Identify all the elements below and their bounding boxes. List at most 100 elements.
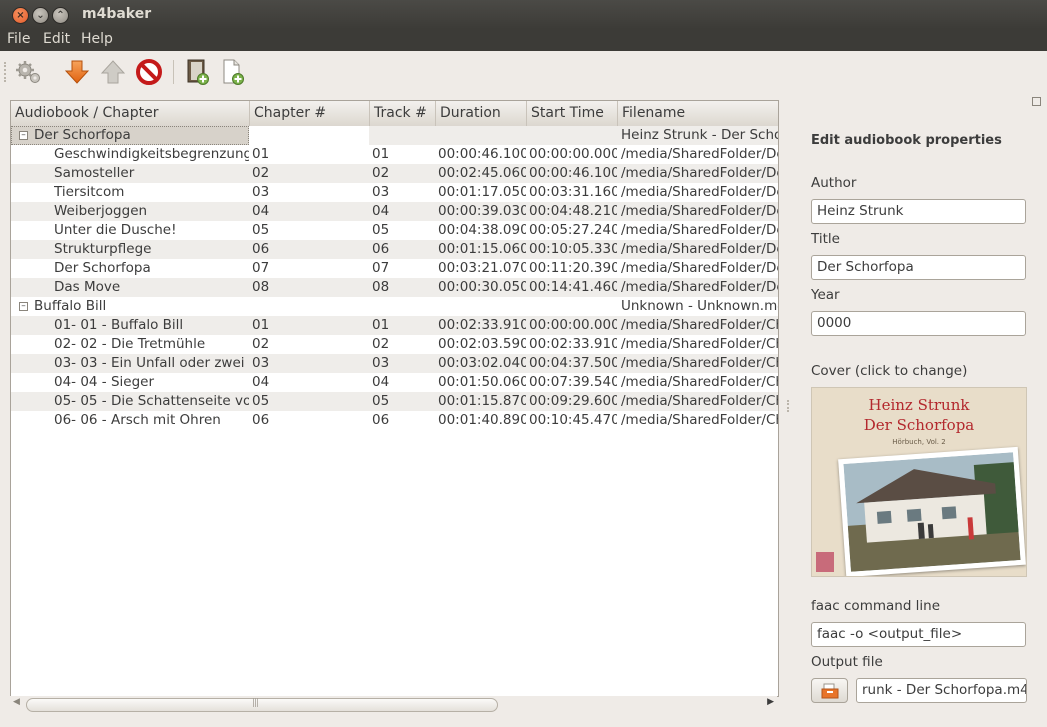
start-time: 00:04:37.500 <box>529 355 617 371</box>
chapter-name: 04- 04 - Sieger <box>54 374 155 390</box>
browse-output-button[interactable] <box>811 678 848 703</box>
table-row-book[interactable]: – Buffalo Bill Unknown - Unknown.m4 <box>11 297 778 316</box>
author-input[interactable]: Heinz Strunk <box>811 199 1026 224</box>
move-up-icon[interactable] <box>97 56 129 88</box>
start-time: 00:00:46.100 <box>529 165 617 181</box>
chapter-name: Unter die Dusche! <box>54 222 177 238</box>
add-audiobook-icon[interactable] <box>181 56 213 88</box>
scroll-left-arrow-icon[interactable]: ◀ <box>13 697 20 707</box>
table-row[interactable]: 06- 06 - Arsch mit Ohren 06 06 00:01:40.… <box>11 411 778 430</box>
chapter-name: 03- 03 - Ein Unfall oder zwei <box>54 355 245 371</box>
undock-panel-icon[interactable] <box>1032 97 1041 106</box>
column-header-start-time[interactable]: Start Time <box>527 101 618 126</box>
process-gears-icon[interactable] <box>13 56 45 88</box>
start-time: 00:11:20.390 <box>529 260 617 276</box>
table-row[interactable]: Der Schorfopa 07 07 00:03:21.070 00:11:2… <box>11 259 778 278</box>
book-filename: Unknown - Unknown.m4 <box>621 298 778 314</box>
table-row[interactable]: Samosteller 02 02 00:02:45.060 00:00:46.… <box>11 164 778 183</box>
menu-edit[interactable]: Edit <box>43 31 70 47</box>
filename: /media/SharedFolder/De <box>621 165 778 181</box>
duration: 00:03:02.040 <box>438 355 526 371</box>
chapter-name: Das Move <box>54 279 121 295</box>
table-row[interactable]: Geschwindigkeitsbegrenzung 01 01 00:00:4… <box>11 145 778 164</box>
chapter-name: Der Schorfopa <box>54 260 151 276</box>
chapter-name: 01- 01 - Buffalo Bill <box>54 317 184 333</box>
filename: /media/SharedFolder/Ch <box>621 355 778 371</box>
start-time: 00:00:00.000 <box>529 317 617 333</box>
collapse-toggle-icon[interactable]: – <box>19 131 28 140</box>
book-filename: Heinz Strunk - Der Schorf <box>621 127 778 143</box>
table-row[interactable]: 03- 03 - Ein Unfall oder zwei 03 03 00:0… <box>11 354 778 373</box>
faac-command-input[interactable]: faac -o <output_file> <box>811 622 1026 647</box>
column-header-filename[interactable]: Filename <box>618 101 778 126</box>
panel-heading: Edit audiobook properties <box>811 133 1002 148</box>
menu-file[interactable]: File <box>7 31 30 47</box>
table-row[interactable]: 02- 02 - Die Tretmühle 02 02 00:02:03.59… <box>11 335 778 354</box>
filename: /media/SharedFolder/Ch <box>621 393 778 409</box>
table-row[interactable]: 04- 04 - Sieger 04 04 00:01:50.060 00:07… <box>11 373 778 392</box>
toolbar-grip[interactable] <box>4 62 9 82</box>
start-time: 00:05:27.240 <box>529 222 617 238</box>
chapter-number: 03 <box>252 355 270 371</box>
table-row[interactable]: Weiberjoggen 04 04 00:00:39.030 00:04:48… <box>11 202 778 221</box>
table-row[interactable]: 01- 01 - Buffalo Bill 01 01 00:02:33.910… <box>11 316 778 335</box>
scroll-right-arrow-icon[interactable]: ▶ <box>767 697 774 707</box>
maximize-window-button[interactable]: ⌃ <box>52 7 69 24</box>
start-time: 00:00:00.000 <box>529 146 617 162</box>
table-header: Audiobook / Chapter Chapter # Track # Du… <box>11 101 778 127</box>
title-input[interactable]: Der Schorfopa <box>811 255 1026 280</box>
duration: 00:00:30.050 <box>438 279 526 295</box>
scrollbar-grip-icon: ||| <box>252 698 259 708</box>
filename: /media/SharedFolder/De <box>621 203 778 219</box>
collapse-toggle-icon[interactable]: – <box>19 302 28 311</box>
start-time: 00:09:29.600 <box>529 393 617 409</box>
table-row[interactable]: Das Move 08 08 00:00:30.050 00:14:41.460… <box>11 278 778 297</box>
column-header-chapter-number[interactable]: Chapter # <box>250 101 370 126</box>
column-header-audiobook-chapter[interactable]: Audiobook / Chapter <box>11 101 250 126</box>
properties-panel: Edit audiobook properties Author Heinz S… <box>795 97 1047 720</box>
track-number: 08 <box>372 279 390 295</box>
chapter-number: 03 <box>252 184 270 200</box>
table-row[interactable]: 05- 05 - Die Schattenseite vo 05 05 00:0… <box>11 392 778 411</box>
audiobook-tree-table[interactable]: Audiobook / Chapter Chapter # Track # Du… <box>10 100 779 697</box>
splitter-handle[interactable] <box>787 400 792 412</box>
chapter-name: Weiberjoggen <box>54 203 148 219</box>
chapter-number: 01 <box>252 146 270 162</box>
start-time: 00:02:33.910 <box>529 336 617 352</box>
close-window-button[interactable]: × <box>12 7 29 24</box>
chapter-number: 02 <box>252 165 270 181</box>
chapter-number: 08 <box>252 279 270 295</box>
folder-icon <box>821 683 838 698</box>
cover-image[interactable]: Heinz Strunk Der Schorfopa Hörbuch, Vol.… <box>811 387 1027 577</box>
duration: 00:01:50.060 <box>438 374 526 390</box>
track-number: 06 <box>372 412 390 428</box>
column-header-track-number[interactable]: Track # <box>370 101 436 126</box>
duration: 00:03:21.070 <box>438 260 526 276</box>
output-file-input[interactable]: runk - Der Schorfopa.m4b <box>856 678 1027 703</box>
table-row[interactable]: Tiersitcom 03 03 00:01:17.050 00:03:31.1… <box>11 183 778 202</box>
column-header-duration[interactable]: Duration <box>436 101 527 126</box>
add-files-icon[interactable] <box>216 56 248 88</box>
track-number: 03 <box>372 184 390 200</box>
year-input[interactable]: 0000 <box>811 311 1026 336</box>
table-row-book[interactable]: – Der Schorfopa Heinz Strunk - Der Schor… <box>11 126 778 145</box>
cover-photo <box>838 446 1026 576</box>
cover-label: Cover (click to change) <box>811 363 968 379</box>
chapter-name: 05- 05 - Die Schattenseite vo <box>54 393 249 409</box>
duration: 00:02:45.060 <box>438 165 526 181</box>
chapter-number: 01 <box>252 317 270 333</box>
menu-help[interactable]: Help <box>81 31 113 47</box>
filename: /media/SharedFolder/Ch <box>621 374 778 390</box>
scrollbar-thumb[interactable]: ||| <box>26 698 498 712</box>
chapter-name: Strukturpflege <box>54 241 152 257</box>
chapter-number: 02 <box>252 336 270 352</box>
table-row[interactable]: Unter die Dusche! 05 05 00:04:38.090 00:… <box>11 221 778 240</box>
minimize-window-button[interactable]: ⌄ <box>32 7 49 24</box>
remove-icon[interactable] <box>133 56 165 88</box>
filename: /media/SharedFolder/Ch <box>621 317 778 333</box>
move-down-icon[interactable] <box>61 56 93 88</box>
horizontal-scrollbar[interactable]: ◀ ||| ▶ <box>10 696 777 714</box>
track-number: 05 <box>372 393 390 409</box>
track-number: 05 <box>372 222 390 238</box>
table-row[interactable]: Strukturpflege 06 06 00:01:15.060 00:10:… <box>11 240 778 259</box>
